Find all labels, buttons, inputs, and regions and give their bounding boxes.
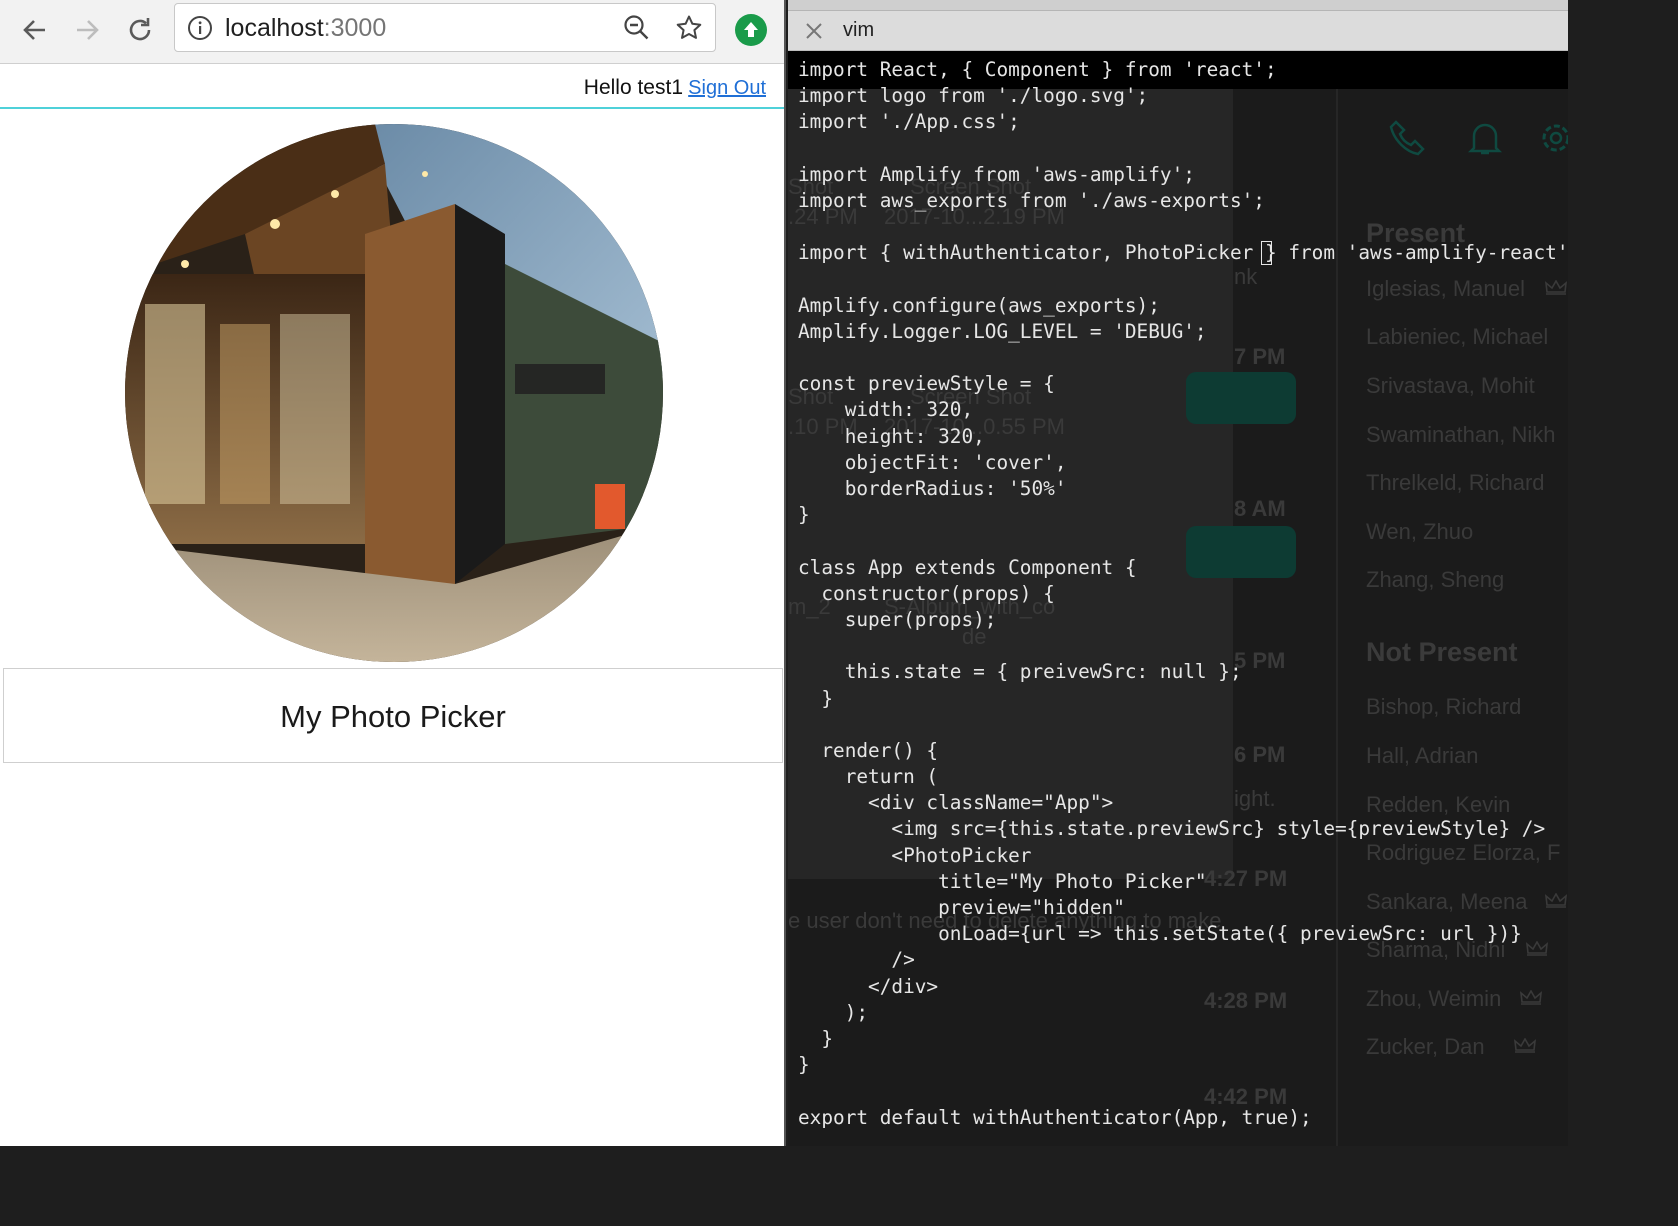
code-line[interactable]: import logo from './logo.svg'; [798, 83, 1568, 109]
back-button[interactable] [17, 12, 53, 48]
code-line[interactable]: objectFit: 'cover', [798, 450, 1568, 476]
code-line[interactable]: <div className="App"> [798, 790, 1568, 816]
vim-tab-title[interactable]: vim [843, 19, 874, 42]
close-tab-icon[interactable] [804, 21, 824, 41]
code-line[interactable] [798, 214, 1568, 240]
address-bar[interactable]: localhost:3000 [174, 3, 716, 52]
bookmark-star-icon[interactable] [674, 13, 704, 43]
code-line[interactable]: </div> [798, 974, 1568, 1000]
web-page: Hello test1 Sign Out My Photo Picker [0, 64, 784, 1146]
zoom-out-icon[interactable] [623, 14, 651, 42]
code-line[interactable]: <PhotoPicker [798, 843, 1568, 869]
code-line[interactable] [798, 267, 1568, 293]
reload-icon [129, 18, 151, 41]
code-line[interactable]: import { withAuthenticator, PhotoPicker … [798, 240, 1568, 266]
code-line[interactable] [798, 1078, 1568, 1104]
code-line[interactable]: return ( [798, 764, 1568, 790]
vim-tab-bar: vim [788, 0, 1568, 51]
code-line[interactable] [798, 633, 1568, 659]
arrow-right-icon [77, 20, 99, 40]
code-line[interactable]: ); [798, 1000, 1568, 1026]
code-line[interactable]: <img src={this.state.previewSrc} style={… [798, 816, 1568, 842]
code-line[interactable] [798, 712, 1568, 738]
sign-out-link[interactable]: Sign Out [688, 77, 766, 100]
url-port: :3000 [323, 14, 387, 42]
code-line[interactable]: preview="hidden" [798, 895, 1568, 921]
code-line[interactable] [798, 136, 1568, 162]
reload-button[interactable] [122, 12, 158, 48]
code-line[interactable] [798, 528, 1568, 554]
code-line[interactable]: borderRadius: '50%' [798, 476, 1568, 502]
photo-picker[interactable]: My Photo Picker [3, 668, 783, 763]
code-line[interactable]: this.state = { preivewSrc: null }; [798, 659, 1568, 685]
code-line[interactable]: width: 320, [798, 397, 1568, 423]
code-line[interactable] [798, 345, 1568, 371]
vim-window: vim Shot .24 PM Screen Shot 2017-10...2.… [788, 0, 1568, 1146]
code-line[interactable]: import './App.css'; [798, 109, 1568, 135]
photo-picker-title: My Photo Picker [280, 699, 506, 734]
code-line[interactable]: import aws_exports from './aws-exports'; [798, 188, 1568, 214]
code-line[interactable]: Amplify.configure(aws_exports); [798, 293, 1568, 319]
arrow-left-icon [23, 20, 45, 40]
info-icon[interactable] [187, 15, 213, 41]
code-line[interactable]: constructor(props) { [798, 581, 1568, 607]
preview-photo [125, 124, 663, 662]
code-line[interactable]: import Amplify from 'aws-amplify'; [798, 162, 1568, 188]
vim-editor[interactable]: import React, { Component } from 'react'… [798, 57, 1568, 1131]
forward-button[interactable] [69, 12, 105, 48]
greeting-text: Hello test1 [583, 76, 683, 99]
code-line[interactable]: title="My Photo Picker" [798, 869, 1568, 895]
arrow-up-icon [744, 22, 758, 37]
code-line[interactable]: super(props); [798, 607, 1568, 633]
greeting-bar: Hello test1 Sign Out [0, 64, 784, 109]
code-line[interactable]: render() { [798, 738, 1568, 764]
code-line[interactable]: /> [798, 947, 1568, 973]
tab-strip [788, 0, 1568, 11]
code-line[interactable]: Amplify.Logger.LOG_LEVEL = 'DEBUG'; [798, 319, 1568, 345]
url-host: localhost [225, 14, 324, 42]
code-line[interactable]: } [798, 1052, 1568, 1078]
code-line[interactable]: import React, { Component } from 'react'… [798, 57, 1568, 83]
storefront-photo [125, 124, 663, 662]
code-line[interactable]: class App extends Component { [798, 555, 1568, 581]
browser-window: localhost:3000 Hello test1 Sign Out My P… [0, 0, 786, 1146]
vim-cursor [1261, 241, 1272, 265]
browser-toolbar: localhost:3000 [0, 0, 784, 64]
code-line[interactable]: } [798, 1026, 1568, 1052]
code-line[interactable]: height: 320, [798, 424, 1568, 450]
update-available-icon[interactable] [735, 14, 767, 46]
code-line[interactable]: } [798, 502, 1568, 528]
url-text[interactable]: localhost:3000 [225, 14, 386, 43]
code-line[interactable]: export default withAuthenticator(App, tr… [798, 1105, 1568, 1131]
code-line[interactable]: onLoad={url => this.setState({ previewSr… [798, 921, 1568, 947]
code-line[interactable]: } [798, 686, 1568, 712]
code-line[interactable]: const previewStyle = { [798, 371, 1568, 397]
